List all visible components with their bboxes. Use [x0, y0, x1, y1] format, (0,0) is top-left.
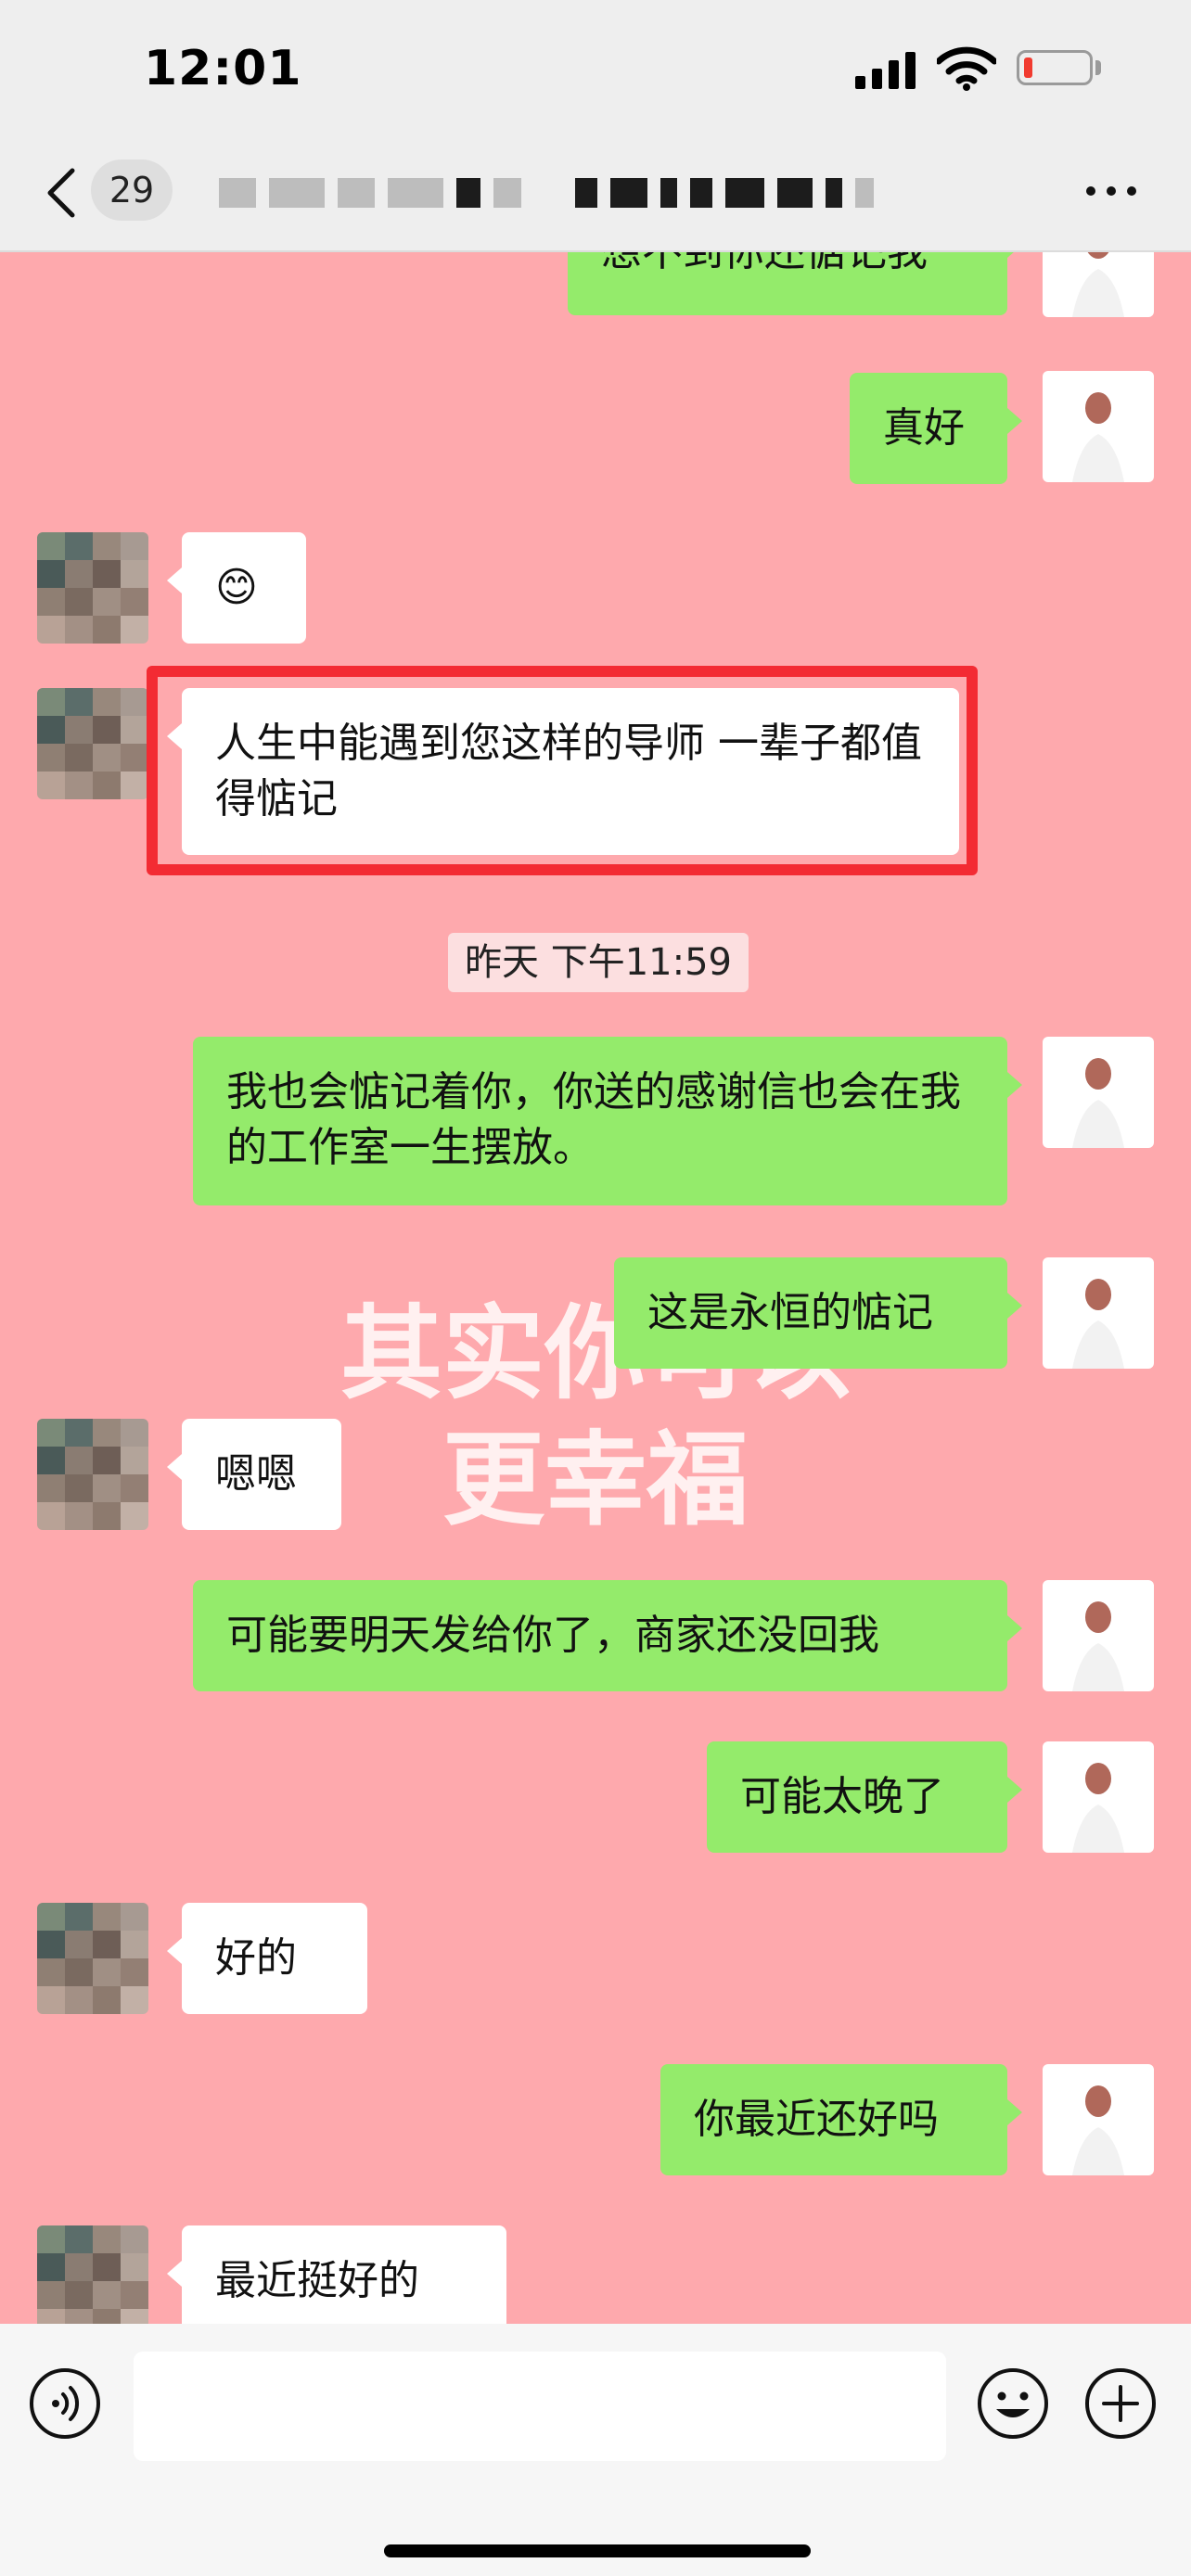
status-bar: 12:01 — [0, 0, 1191, 139]
message-text: 😊 — [215, 564, 258, 611]
message-bubble-self[interactable]: 可能太晚了 — [707, 1741, 1022, 1853]
message-text: 这是永恒的惦记 — [647, 1289, 933, 1336]
avatar-other[interactable] — [37, 1903, 148, 2014]
avatar-self[interactable] — [1043, 1257, 1154, 1369]
message-text: 最近挺好的 — [215, 2257, 419, 2304]
message-text: 想不到你还惦记我 — [601, 252, 928, 275]
chevron-left-icon[interactable] — [43, 165, 80, 221]
message-text: 真好 — [883, 404, 965, 452]
message-bubble-other[interactable]: 好的 — [167, 1903, 367, 2014]
red-highlight-box — [147, 666, 978, 875]
message-input[interactable] — [134, 2352, 946, 2461]
avatar-self[interactable] — [1043, 1037, 1154, 1148]
plus-circle-icon[interactable] — [1083, 2366, 1158, 2441]
avatar-self[interactable] — [1043, 1580, 1154, 1691]
chat-title-obscured — [219, 176, 874, 210]
message-text: 我也会惦记着你，你送的感谢信也会在我的工作室一生摆放。 — [226, 1068, 961, 1171]
avatar-other[interactable] — [37, 2225, 148, 2324]
signal-icon — [855, 52, 916, 89]
avatar-self[interactable] — [1043, 1741, 1154, 1853]
avatar-self[interactable] — [1043, 371, 1154, 482]
voice-icon[interactable] — [28, 2366, 102, 2441]
chat-header: 29 — [0, 139, 1191, 252]
timestamp-label: 昨天 下午11:59 — [448, 933, 749, 992]
message-bubble-self[interactable]: 你最近还好吗 — [660, 2064, 1022, 2175]
message-input-bar — [0, 2324, 1191, 2576]
chat-message-list[interactable]: 其实你可以 更幸福 想不到你还惦记我 真好 😊 人生中能遇到您这样的导师 一辈子… — [0, 252, 1191, 2324]
battery-icon — [1017, 50, 1093, 85]
smiley-icon[interactable] — [976, 2366, 1050, 2441]
message-bubble-other[interactable]: 嗯嗯 — [167, 1419, 341, 1530]
message-text: 可能太晚了 — [740, 1773, 944, 1820]
message-bubble-other[interactable]: 😊 — [167, 532, 306, 644]
avatar-self[interactable] — [1043, 252, 1154, 317]
message-bubble-self[interactable]: 这是永恒的惦记 — [614, 1257, 1022, 1369]
avatar-other[interactable] — [37, 532, 148, 644]
avatar-other[interactable] — [37, 688, 148, 799]
message-bubble-self[interactable]: 真好 — [850, 373, 1022, 484]
avatar-other[interactable] — [37, 1419, 148, 1530]
message-text: 好的 — [215, 1934, 297, 1982]
message-bubble-self[interactable]: 想不到你还惦记我 — [568, 252, 1022, 315]
message-text: 嗯嗯 — [215, 1450, 297, 1498]
watermark-line-2: 更幸福 — [442, 1420, 749, 1539]
battery-nub — [1095, 60, 1101, 75]
home-indicator[interactable] — [384, 2544, 811, 2557]
watermark-text: 其实你可以 更幸福 — [0, 1291, 1191, 1543]
message-text: 你最近还好吗 — [694, 2096, 939, 2143]
battery-level — [1024, 57, 1032, 78]
message-bubble-other[interactable]: 最近挺好的 — [167, 2225, 506, 2324]
message-bubble-self[interactable]: 我也会惦记着你，你送的感谢信也会在我的工作室一生摆放。 — [193, 1037, 1022, 1205]
message-bubble-self[interactable]: 可能要明天发给你了，商家还没回我 — [193, 1580, 1022, 1691]
wifi-icon — [937, 46, 996, 91]
avatar-self[interactable] — [1043, 2064, 1154, 2175]
unread-count-badge[interactable]: 29 — [91, 159, 173, 221]
ellipsis-icon[interactable] — [1083, 182, 1139, 200]
status-time: 12:01 — [144, 41, 302, 96]
message-text: 可能要明天发给你了，商家还没回我 — [226, 1612, 879, 1659]
